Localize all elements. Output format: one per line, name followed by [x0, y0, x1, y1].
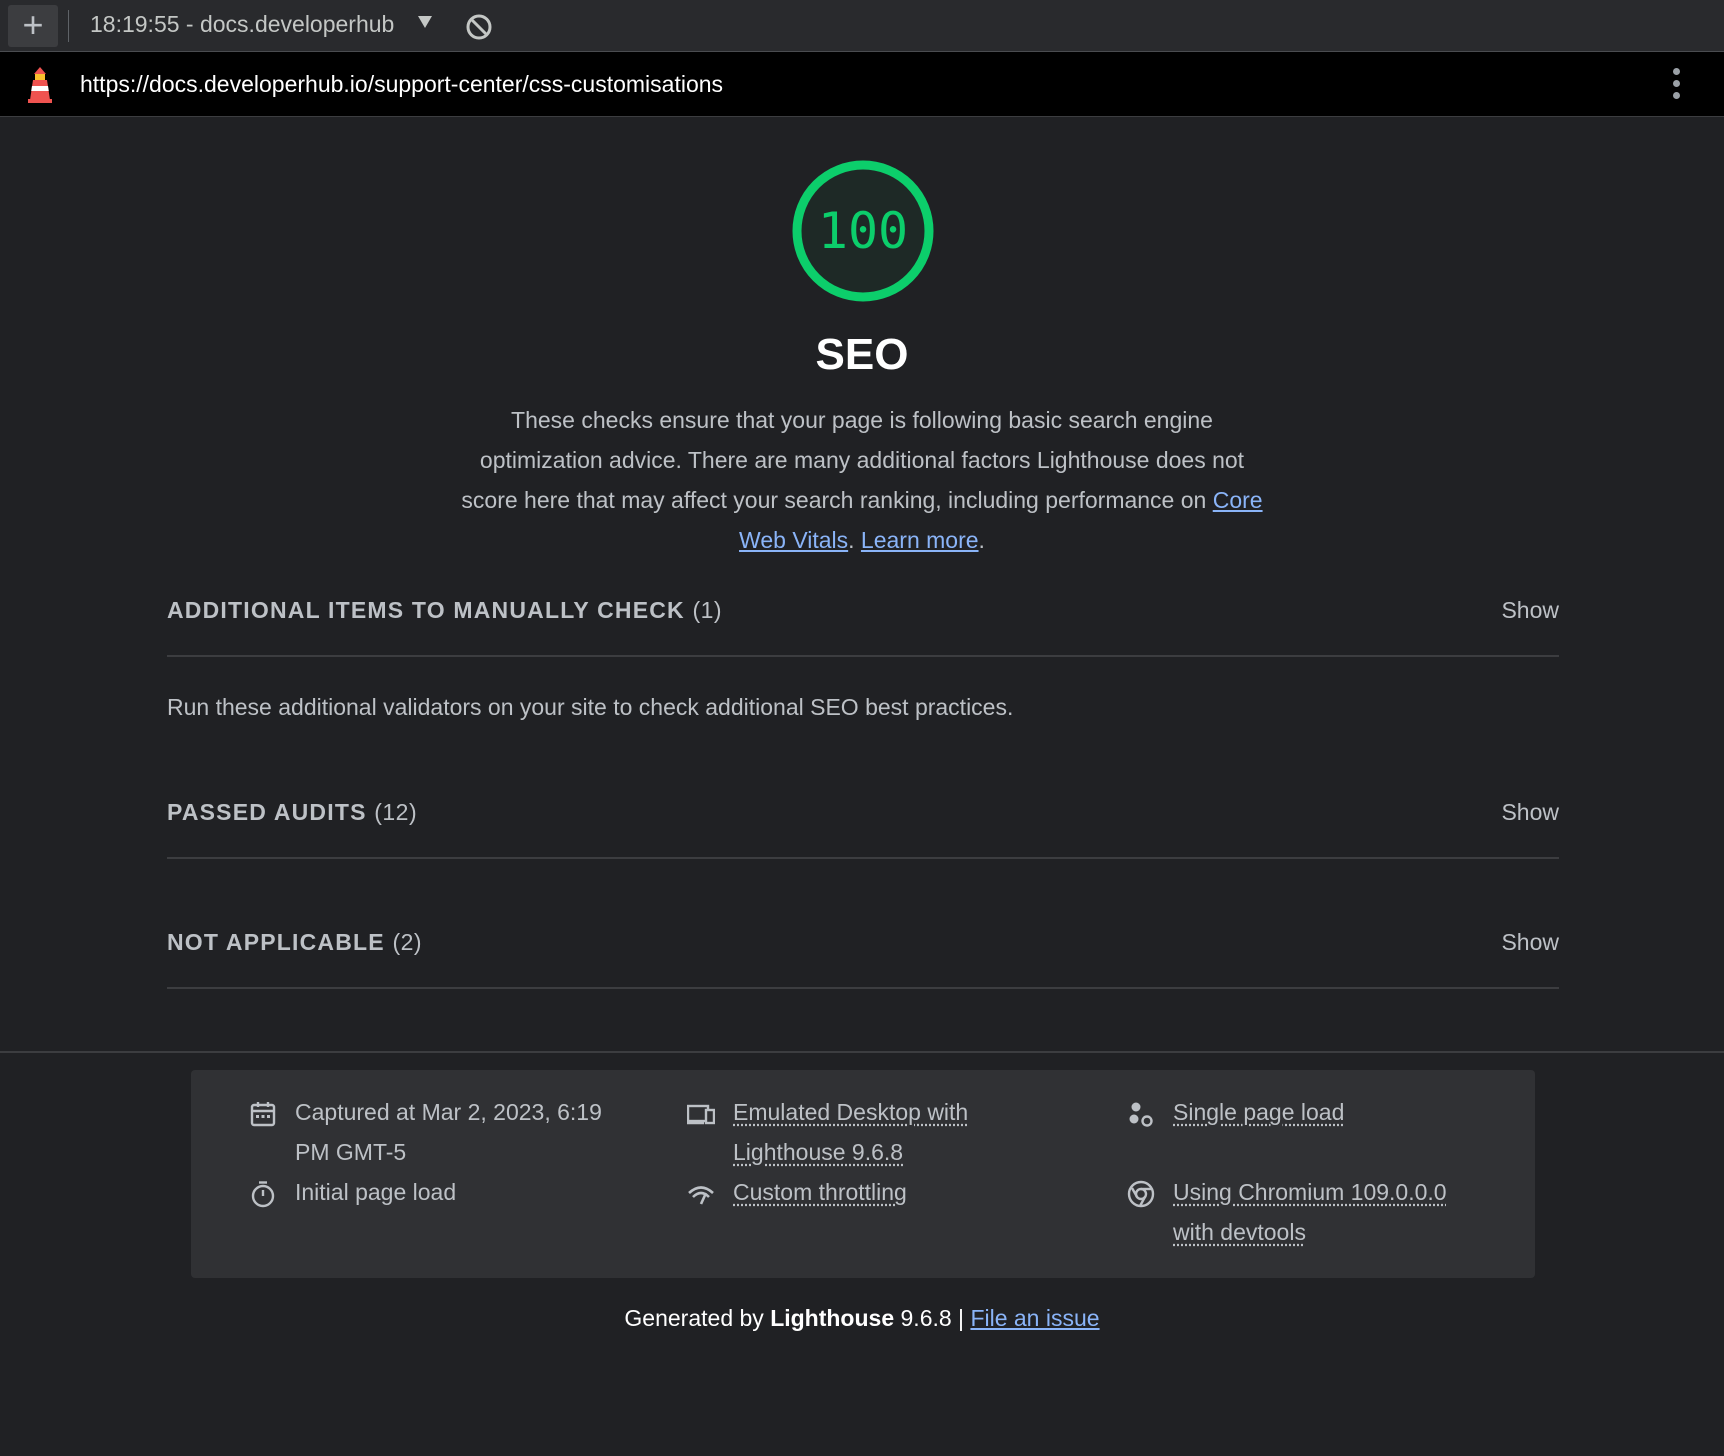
group-description: Run these additional validators on your …: [167, 694, 1014, 720]
new-report-button[interactable]: +: [8, 5, 58, 47]
report-url-bar: https://docs.developerhub.io/support-cen…: [0, 52, 1724, 117]
chrome-icon: [1127, 1180, 1155, 1208]
group-not-applicable[interactable]: Not applicable (2) Show: [167, 929, 1559, 989]
calendar-icon: [250, 1102, 276, 1127]
emulated-device-link[interactable]: Emulated Desktop with Lighthouse 9.6.8: [733, 1092, 968, 1172]
report-url[interactable]: https://docs.developerhub.io/support-cen…: [80, 71, 723, 98]
plus-icon: +: [22, 4, 44, 45]
single-load-link[interactable]: Single page load: [1173, 1092, 1344, 1132]
learn-more-link[interactable]: Learn more: [861, 527, 979, 553]
file-an-issue-link[interactable]: File an issue: [970, 1305, 1099, 1331]
category-title: SEO: [815, 330, 909, 379]
group-count: (1): [692, 597, 723, 623]
runtime-settings: Captured at Mar 2, 2023, 6:19 PM GMT-5 In…: [191, 1070, 1535, 1278]
lighthouse-brand: Lighthouse: [770, 1305, 895, 1331]
show-button[interactable]: Show: [1501, 597, 1559, 624]
lighthouse-icon: [28, 67, 52, 103]
score-value: 100: [817, 202, 909, 260]
kebab-menu-icon[interactable]: [1668, 68, 1684, 104]
initial-load-text: Initial page load: [295, 1179, 457, 1205]
toolbar-divider: [68, 10, 69, 42]
generated-by-text: Generated by: [624, 1305, 771, 1331]
captured-at: Captured at Mar 2, 2023, 6:19 PM GMT-5: [249, 1092, 629, 1172]
throttling-link[interactable]: Custom throttling: [733, 1172, 907, 1212]
show-button[interactable]: Show: [1501, 929, 1559, 956]
category-description: These checks ensure that your page is fo…: [452, 400, 1272, 560]
report-selector[interactable]: 18:19:55 - docs.developerhub: [90, 11, 410, 38]
lighthouse-version: 9.6.8 |: [894, 1305, 971, 1331]
description-separator: .: [848, 527, 861, 553]
browser-version-link[interactable]: Using Chromium 109.0.0.0 with devtools: [1173, 1172, 1447, 1252]
throttling[interactable]: Custom throttling: [687, 1172, 1067, 1212]
show-button[interactable]: Show: [1501, 799, 1559, 826]
group-manual-checks[interactable]: Additional items to manually check (1) S…: [167, 597, 1559, 657]
group-title: Not applicable (2): [167, 929, 423, 955]
group-title: Passed audits (12): [167, 799, 418, 825]
captured-text: Captured at Mar 2, 2023, 6:19 PM GMT-5: [295, 1099, 602, 1165]
report-footer: Generated by Lighthouse 9.6.8 | File an …: [0, 1305, 1724, 1332]
people-icon: [1129, 1102, 1153, 1127]
description-end: .: [978, 527, 985, 553]
network-icon: [688, 1186, 714, 1205]
group-count: (12): [374, 799, 418, 825]
emulated-device[interactable]: Emulated Desktop with Lighthouse 9.6.8: [687, 1092, 1067, 1172]
group-count: (2): [392, 929, 423, 955]
single-page-load[interactable]: Single page load: [1127, 1092, 1507, 1132]
stopwatch-icon: [251, 1181, 275, 1208]
description-text: These checks ensure that your page is fo…: [461, 407, 1245, 513]
initial-page-load: Initial page load: [249, 1172, 629, 1212]
devtools-toolbar: + 18:19:55 - docs.developerhub: [0, 0, 1724, 52]
group-title: Additional items to manually check (1): [167, 597, 723, 623]
report-divider: [0, 1051, 1724, 1053]
caret-down-icon[interactable]: [418, 16, 432, 28]
devices-icon: [687, 1104, 715, 1125]
block-icon[interactable]: [465, 13, 493, 41]
browser-version[interactable]: Using Chromium 109.0.0.0 with devtools: [1127, 1172, 1507, 1252]
group-passed-audits[interactable]: Passed audits (12) Show: [167, 799, 1559, 859]
